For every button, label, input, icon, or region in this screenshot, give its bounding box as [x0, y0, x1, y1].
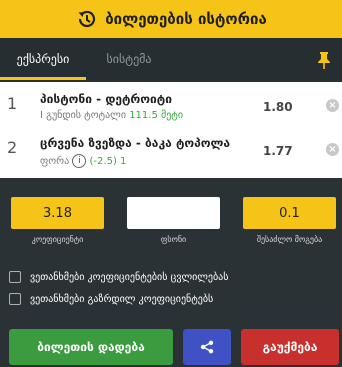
- info-icon[interactable]: i: [72, 154, 87, 168]
- bet-item: 2 ცრვენა ზვეზდა - ბაკა ტოპოლა ფორა i (-2…: [0, 132, 342, 174]
- ticket-history-button[interactable]: ბილეთების ისტორია: [0, 0, 342, 38]
- accept-odds-change-checkbox[interactable]: [9, 271, 21, 283]
- bet-market-name: ფორა: [40, 156, 70, 167]
- bet-market-name: I გუნდის ტოტალი: [40, 110, 126, 121]
- betslip-tabs: ექსპრესი სისტემა: [0, 38, 342, 80]
- bet-list: 1 პისტონი - დეტროიტი I გუნდის ტოტალი 111…: [0, 82, 342, 178]
- accept-increased-odds-checkbox[interactable]: [9, 293, 21, 305]
- tab-system[interactable]: სისტემა: [86, 38, 172, 80]
- active-tab-indicator: [0, 77, 86, 80]
- accept-increased-odds-label: ვეთანხმები გაზრდილ კოეფიციენტებს: [30, 293, 214, 305]
- accept-odds-change-option[interactable]: ვეთანხმები კოეფიციენტების ცვლილებას: [9, 266, 339, 288]
- header-title: ბილეთების ისტორია: [105, 10, 267, 28]
- share-icon: [200, 340, 214, 354]
- cancel-button[interactable]: გაუქმება: [241, 329, 339, 365]
- coefficient-label: კოეფიციენტი: [31, 235, 84, 244]
- bet-number: 1: [7, 94, 18, 113]
- bet-odd: 1.80: [263, 100, 293, 114]
- stake-label: ფსონი: [160, 235, 187, 244]
- share-button[interactable]: [183, 329, 231, 365]
- tab-express-label: ექსპრესი: [16, 52, 70, 66]
- bet-selection: 111.5 მეტი: [129, 110, 184, 121]
- accept-increased-odds-option[interactable]: ვეთანხმები გაზრდილ კოეფიციენტებს: [9, 288, 339, 310]
- bet-market: ფორა i (-2.5) 1: [40, 154, 126, 168]
- agreement-options: ვეთანხმები კოეფიციენტების ცვლილებას ვეთა…: [9, 266, 339, 310]
- stake-input[interactable]: [127, 197, 220, 229]
- possible-win-value: 0.1: [243, 197, 336, 229]
- place-bet-button[interactable]: ბილეთის დადება: [9, 329, 173, 365]
- bet-number: 2: [7, 138, 18, 157]
- bet-market: I გუნდის ტოტალი 111.5 მეტი: [40, 110, 183, 121]
- action-buttons: ბილეთის დადება გაუქმება: [0, 329, 342, 365]
- coefficient-value: 3.18: [11, 197, 104, 229]
- bet-item: 1 პისტონი - დეტროიტი I გუნდის ტოტალი 111…: [0, 88, 342, 130]
- tab-system-label: სისტემა: [106, 52, 152, 66]
- bet-teams: პისტონი - დეტროიტი: [40, 92, 172, 106]
- bet-odd: 1.77: [263, 144, 293, 158]
- accept-odds-change-label: ვეთანხმები კოეფიციენტების ცვლილებას: [30, 271, 229, 283]
- stake-panel: 3.18 0.1 კოეფიციენტი ფსონი შესაძლო მოგებ…: [0, 197, 342, 252]
- tab-express[interactable]: ექსპრესი: [0, 38, 86, 80]
- bet-teams: ცრვენა ზვეზდა - ბაკა ტოპოლა: [40, 136, 231, 150]
- history-icon: [75, 8, 97, 30]
- bet-selection: (-2.5) 1: [89, 156, 127, 167]
- remove-bet-icon[interactable]: ×: [326, 99, 339, 112]
- possible-win-label: შესაძლო მოგება: [256, 235, 323, 244]
- remove-bet-icon[interactable]: ×: [326, 143, 339, 156]
- pin-icon[interactable]: [316, 51, 332, 69]
